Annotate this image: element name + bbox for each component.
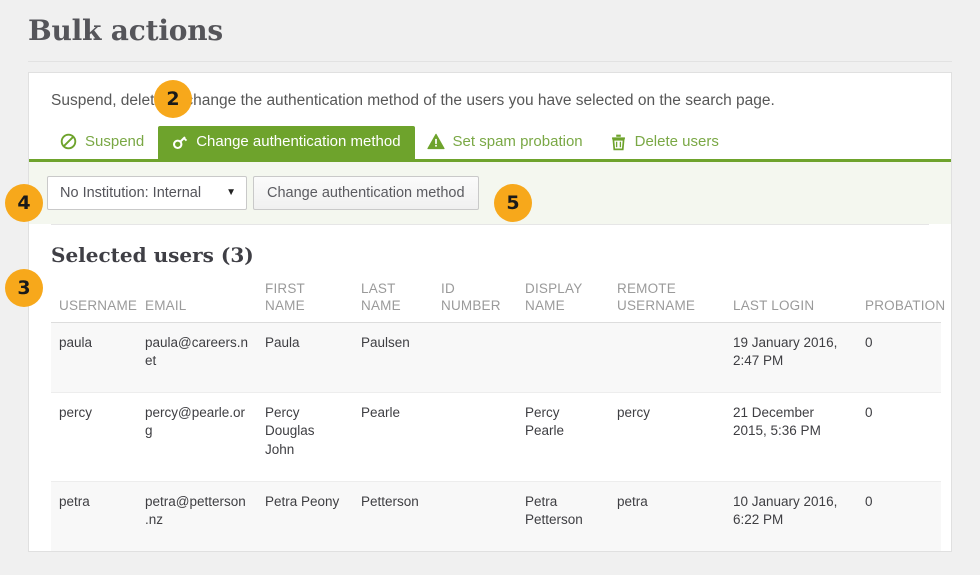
cell-last-name: Pearle — [353, 392, 433, 482]
cell-remote-username: petra — [609, 481, 725, 552]
tab-suspend[interactable]: Suspend — [47, 126, 158, 159]
tab-suspend-label: Suspend — [85, 133, 145, 151]
column-header-last-login: LAST LOGIN — [725, 280, 857, 323]
cell-email: petra@petterson.nz — [137, 481, 257, 552]
cell-id-number — [433, 322, 517, 394]
auth-method-toolbar: No Institution: Internal ▼ Change authen… — [29, 161, 951, 224]
cell-username: petra — [51, 481, 137, 552]
cell-id-number — [433, 481, 517, 552]
tab-set-spam-probation-label: Set spam probation — [452, 133, 583, 151]
column-header-id-number: ID NUMBER — [433, 280, 517, 323]
action-tabs: Suspend Change authentication method Set… — [29, 125, 951, 162]
institution-auth-select-value: No Institution: Internal — [60, 184, 202, 201]
callout-badge-3: 3 — [5, 269, 43, 307]
column-header-remote-username: REMOTE USERNAME — [609, 280, 725, 323]
callout-badge-5: 5 — [494, 184, 532, 222]
cell-id-number — [433, 392, 517, 482]
table-row: petra petra@petterson.nz Petra Peony Pet… — [51, 481, 941, 552]
cell-last-name: Paulsen — [353, 322, 433, 394]
cell-probation: 0 — [857, 392, 941, 482]
tab-delete-users-label: Delete users — [634, 133, 719, 151]
cell-first-name: Paula — [257, 322, 353, 394]
cell-last-login: 19 January 2016, 2:47 PM — [725, 322, 857, 394]
column-header-display-name: DISPLAY NAME — [517, 280, 609, 323]
cell-last-login: 21 December 2015, 5:36 PM — [725, 392, 857, 482]
bulk-actions-panel: Suspend, delete or change the authentica… — [28, 72, 952, 552]
tab-change-authentication-method[interactable]: Change authentication method — [158, 125, 415, 159]
column-header-first-name: FIRST NAME — [257, 280, 353, 323]
cell-probation: 0 — [857, 481, 941, 552]
callout-badge-2: 2 — [154, 80, 192, 118]
cell-last-name: Petterson — [353, 481, 433, 552]
chevron-down-icon: ▼ — [226, 186, 236, 198]
table-row: paula paula@careers.net Paula Paulsen 19… — [51, 322, 941, 394]
tab-set-spam-probation[interactable]: Set spam probation — [415, 126, 597, 159]
trash-icon — [609, 132, 628, 151]
institution-auth-select[interactable]: No Institution: Internal ▼ — [47, 175, 247, 210]
key-icon — [170, 132, 189, 151]
table-row: percy percy@pearle.org Percy Douglas Joh… — [51, 392, 941, 482]
page-title: Bulk actions — [28, 14, 223, 47]
cell-email: paula@careers.net — [137, 322, 257, 394]
cell-email: percy@pearle.org — [137, 392, 257, 482]
column-header-email: EMAIL — [137, 280, 257, 323]
warning-triangle-icon — [427, 132, 446, 151]
column-header-username: USERNAME — [51, 280, 137, 323]
cell-display-name: Petra Petterson — [517, 481, 609, 552]
cell-remote-username — [609, 322, 725, 394]
page-header: Bulk actions — [0, 0, 980, 48]
tab-change-authentication-method-label: Change authentication method — [196, 133, 401, 151]
cell-display-name — [517, 322, 609, 394]
cell-username: percy — [51, 392, 137, 482]
callout-badge-4: 4 — [5, 184, 43, 222]
title-divider — [28, 60, 952, 62]
column-header-last-name: LAST NAME — [353, 280, 433, 323]
cell-last-login: 10 January 2016, 6:22 PM — [725, 481, 857, 552]
cell-first-name: Petra Peony — [257, 481, 353, 552]
cell-first-name: Percy Douglas John — [257, 392, 353, 482]
cell-username: paula — [51, 322, 137, 394]
cell-probation: 0 — [857, 322, 941, 394]
cell-remote-username: percy — [609, 392, 725, 482]
table-header-row: USERNAME EMAIL FIRST NAME LAST NAME ID N… — [51, 280, 945, 323]
column-header-probation: PROBATION — [857, 280, 945, 323]
change-authentication-method-button[interactable]: Change authentication method — [253, 175, 479, 210]
ban-icon — [59, 132, 78, 151]
tab-delete-users[interactable]: Delete users — [597, 126, 733, 159]
cell-display-name: Percy Pearle — [517, 392, 609, 482]
selected-users-heading: Selected users (3) — [51, 242, 254, 267]
selected-users-table: USERNAME EMAIL FIRST NAME LAST NAME ID N… — [51, 280, 945, 552]
